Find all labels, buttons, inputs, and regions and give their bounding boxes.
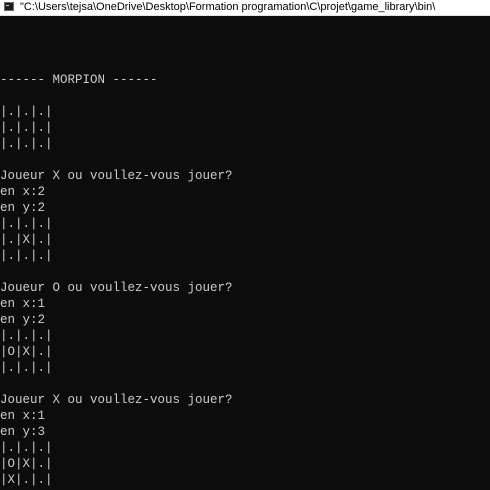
console-line: Joueur X ou voullez-vous jouer? — [0, 393, 233, 407]
title-bar[interactable]: "C:\Users\tejsa\OneDrive\Desktop\Formati… — [0, 0, 490, 16]
console-output[interactable]: ------ MORPION ------ |.|.|.| |.|.|.| |.|.|… — [0, 72, 233, 488]
window-title: "C:\Users\tejsa\OneDrive\Desktop\Formati… — [20, 1, 436, 13]
console-line: |.|.|.| — [0, 329, 53, 343]
console-window: "C:\Users\tejsa\OneDrive\Desktop\Formati… — [0, 0, 490, 490]
console-line: |X|.|.| — [0, 473, 53, 487]
console-line: |O|X|.| — [0, 345, 53, 359]
console-line: Joueur X ou voullez-vous jouer? — [0, 169, 233, 183]
console-line: |.|.|.| — [0, 361, 53, 375]
console-line: |.|.|.| — [0, 121, 53, 135]
console-line: |.|.|.| — [0, 217, 53, 231]
console-line: en y:2 — [0, 313, 46, 327]
console-line: |.|.|.| — [0, 137, 53, 151]
console-line: en x:1 — [0, 409, 46, 423]
console-line: en y:2 — [0, 201, 46, 215]
console-line: |.|X|.| — [0, 233, 53, 247]
console-line: ------ MORPION ------ — [0, 73, 158, 87]
console-line: |.|.|.| — [0, 105, 53, 119]
console-line: |.|.|.| — [0, 441, 53, 455]
console-app-icon — [4, 2, 14, 11]
console-line: |.|.|.| — [0, 249, 53, 263]
console-line: Joueur O ou voullez-vous jouer? — [0, 281, 233, 295]
console-line: en x:2 — [0, 185, 46, 199]
console-line: en x:1 — [0, 297, 46, 311]
console-line: |O|X|.| — [0, 457, 53, 471]
console-line: en y:3 — [0, 425, 46, 439]
